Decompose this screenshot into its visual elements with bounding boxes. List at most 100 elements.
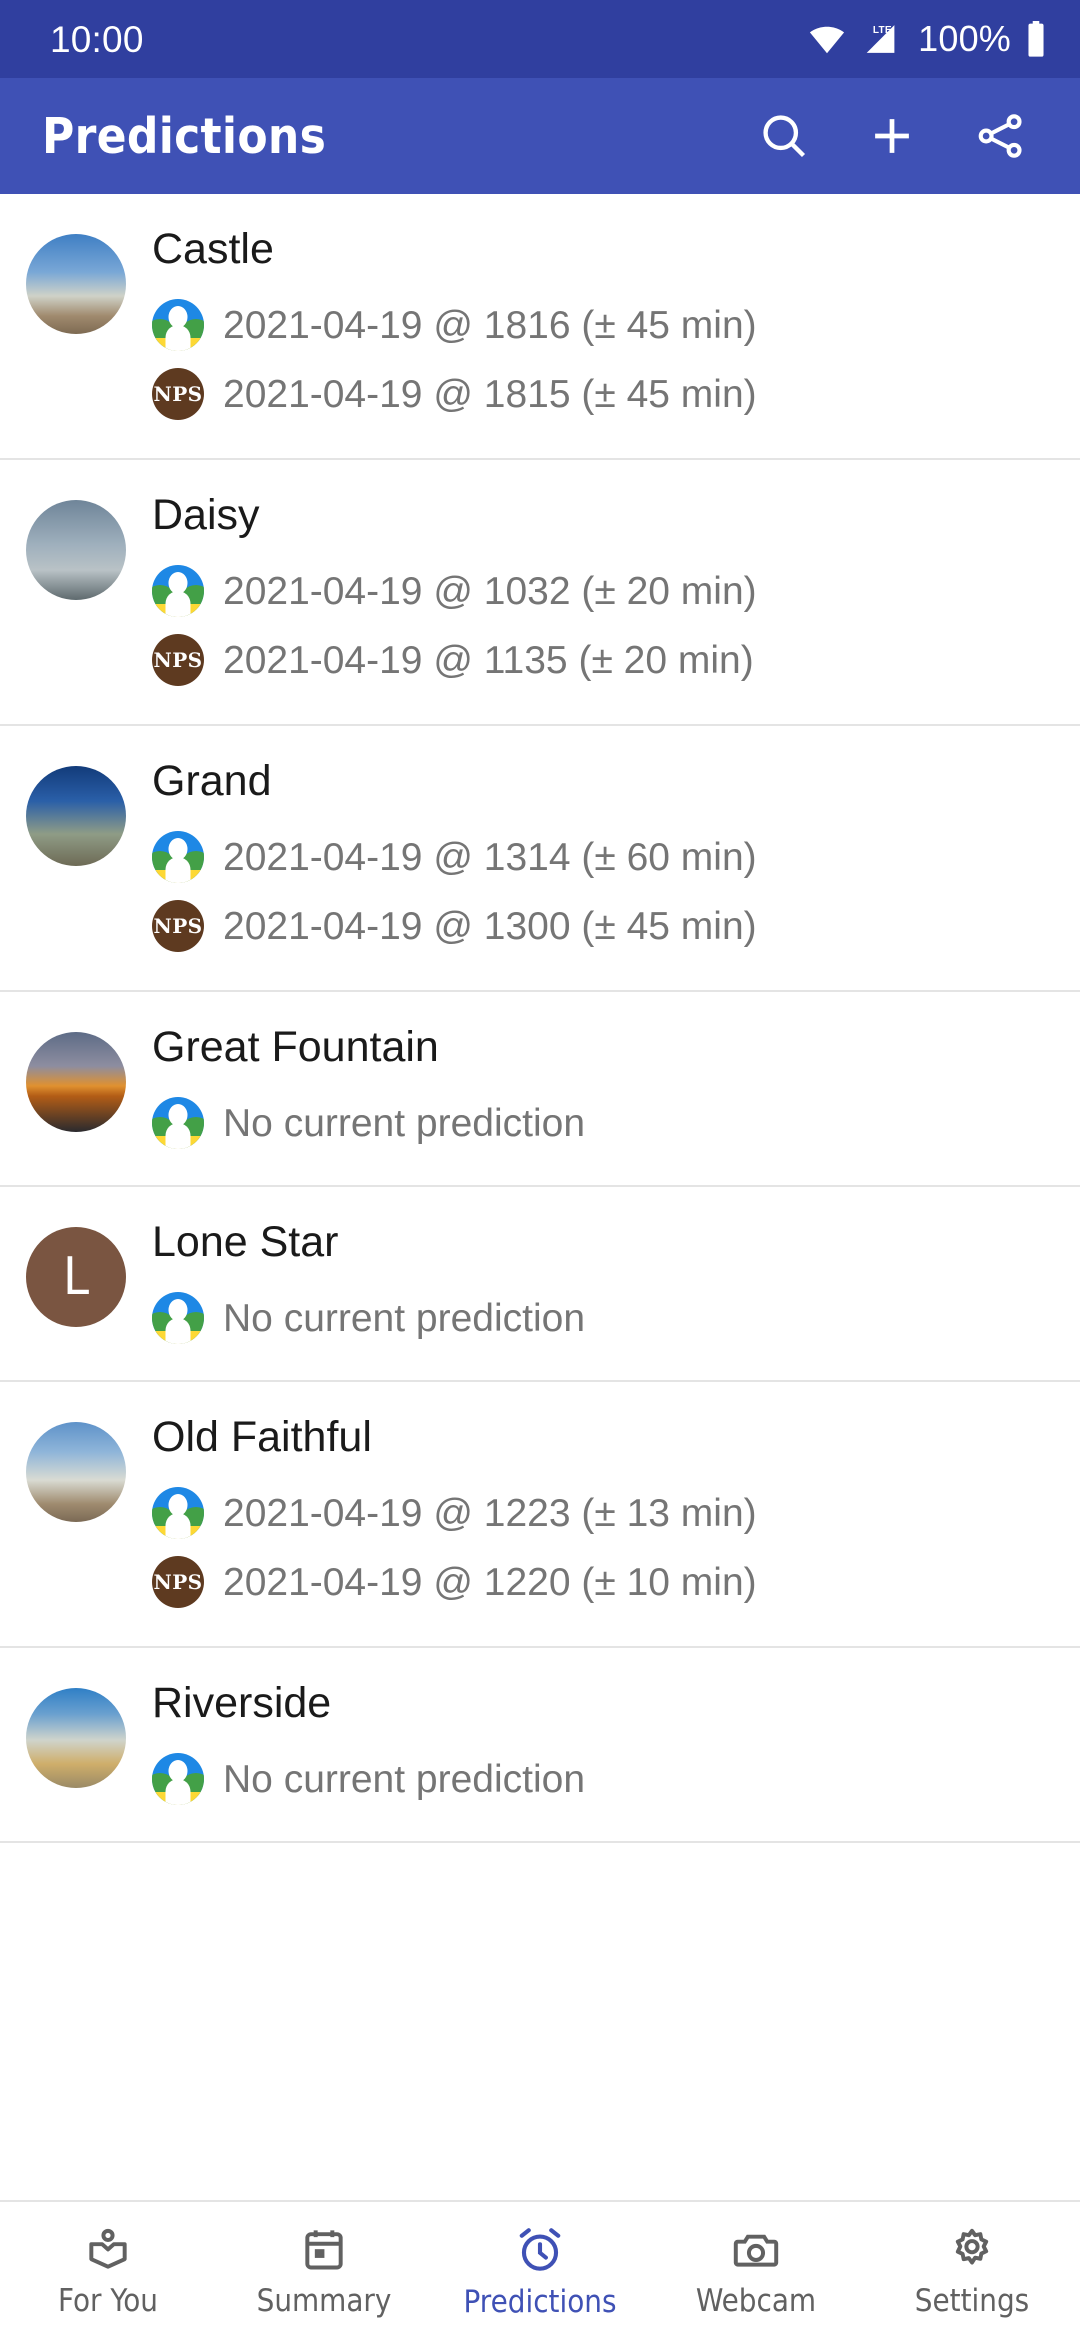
app-root: 10:00 LTE 100% Predictions Castle 2021-0…: [0, 0, 1080, 2340]
prediction-text: No current prediction: [223, 1296, 586, 1340]
battery-percent-label: 100%: [918, 18, 1011, 59]
geyser-row[interactable]: Great Fountain No current prediction: [0, 992, 1080, 1187]
prediction-text: 2021-04-19 @ 1135 (± 20 min): [223, 638, 754, 682]
prediction-text: 2021-04-19 @ 1223 (± 13 min): [223, 1491, 757, 1535]
share-icon: [974, 110, 1026, 162]
nav-item-predictions[interactable]: Predictions: [432, 2202, 648, 2340]
geyser-thumbnail-wrap: L: [0, 1221, 152, 1327]
geyser-thumbnail-wrap: [0, 1682, 152, 1788]
person-body-shape: [165, 1318, 191, 1344]
person-body-shape: [165, 857, 191, 883]
prediction-line: 2021-04-19 @ 1223 (± 13 min): [152, 1481, 1060, 1545]
nps-icon-label: NPS: [153, 914, 203, 938]
prediction-text: 2021-04-19 @ 1815 (± 45 min): [223, 372, 757, 416]
prediction-line: 2021-04-19 @ 1032 (± 20 min): [152, 559, 1060, 623]
wifi-icon: [808, 24, 846, 54]
local-library-icon: [83, 2225, 133, 2275]
geysertimes-icon: [152, 1097, 204, 1149]
prediction-text: 2021-04-19 @ 1220 (± 10 min): [223, 1560, 757, 1604]
nps-icon: NPS: [152, 1556, 204, 1608]
geyser-row-body: Old Faithful 2021-04-19 @ 1223 (± 13 min)…: [152, 1416, 1080, 1614]
svg-text:LTE: LTE: [873, 25, 892, 36]
geyser-thumbnail: [26, 1032, 126, 1132]
geysertimes-icon: [152, 565, 204, 617]
nps-icon: NPS: [152, 368, 204, 420]
prediction-text: 2021-04-19 @ 1314 (± 60 min): [223, 835, 757, 879]
geyser-row-body: Castle 2021-04-19 @ 1816 (± 45 min) NPS 202…: [152, 228, 1080, 426]
person-body-shape: [165, 1513, 191, 1539]
search-button[interactable]: [730, 82, 838, 190]
page-title: Predictions: [42, 107, 327, 165]
geyser-row[interactable]: Daisy 2021-04-19 @ 1032 (± 20 min) NPS 2021…: [0, 460, 1080, 726]
avatar-letter: L: [62, 1247, 90, 1307]
calendar-icon: [299, 2225, 349, 2275]
status-bar-system-icons: LTE 100%: [808, 21, 1046, 57]
nps-icon-label: NPS: [153, 1570, 203, 1594]
prediction-line: NPS 2021-04-19 @ 1220 (± 10 min): [152, 1550, 1060, 1614]
battery-icon: [1026, 21, 1046, 57]
nps-icon: NPS: [152, 900, 204, 952]
nav-item-settings[interactable]: Settings: [864, 2202, 1080, 2340]
prediction-text: 2021-04-19 @ 1032 (± 20 min): [223, 569, 757, 613]
prediction-text: 2021-04-19 @ 1816 (± 45 min): [223, 303, 757, 347]
geysertimes-icon: [152, 1753, 204, 1805]
prediction-line: No current prediction: [152, 1091, 1060, 1155]
prediction-line: NPS 2021-04-19 @ 1300 (± 45 min): [152, 894, 1060, 958]
nav-item-label: Summary: [256, 2283, 392, 2319]
prediction-line: No current prediction: [152, 1747, 1060, 1811]
person-body-shape: [165, 591, 191, 617]
share-button[interactable]: [946, 82, 1054, 190]
nav-item-webcam[interactable]: Webcam: [648, 2202, 864, 2340]
nav-item-label: For You: [58, 2283, 158, 2319]
prediction-text: No current prediction: [223, 1101, 586, 1145]
lte-signal-icon: LTE: [859, 22, 899, 56]
geyser-row-body: Daisy 2021-04-19 @ 1032 (± 20 min) NPS 2021…: [152, 494, 1080, 692]
geyser-row-body: Riverside No current prediction: [152, 1682, 1080, 1811]
bottom-navigation: For You Summary Predictions Webcam Settings: [0, 2200, 1080, 2340]
nps-icon-label: NPS: [153, 382, 203, 406]
geyser-list[interactable]: Castle 2021-04-19 @ 1816 (± 45 min) NPS 202…: [0, 194, 1080, 2200]
prediction-line: No current prediction: [152, 1286, 1060, 1350]
geyser-row[interactable]: Riverside No current prediction: [0, 1648, 1080, 1843]
alarm-clock-icon: [514, 2224, 566, 2276]
prediction-text: 2021-04-19 @ 1300 (± 45 min): [223, 904, 757, 948]
prediction-line: NPS 2021-04-19 @ 1815 (± 45 min): [152, 362, 1060, 426]
geyser-row[interactable]: L Lone Star No current prediction: [0, 1187, 1080, 1382]
person-body-shape: [165, 1779, 191, 1805]
nps-icon-label: NPS: [153, 648, 203, 672]
nav-item-label: Settings: [914, 2283, 1030, 2319]
geyser-name: Great Fountain: [152, 1023, 439, 1071]
search-icon: [758, 110, 810, 162]
prediction-line: NPS 2021-04-19 @ 1135 (± 20 min): [152, 628, 1060, 692]
geyser-name: Castle: [152, 225, 274, 273]
nav-item-summary[interactable]: Summary: [216, 2202, 432, 2340]
geyser-name: Lone Star: [152, 1218, 339, 1266]
geyser-thumbnail-wrap: [0, 1026, 152, 1132]
geyser-row-body: Lone Star No current prediction: [152, 1221, 1080, 1350]
add-button[interactable]: [838, 82, 946, 190]
geyser-thumbnail: [26, 1422, 126, 1522]
geysertimes-icon: [152, 1292, 204, 1344]
geyser-row[interactable]: Castle 2021-04-19 @ 1816 (± 45 min) NPS 202…: [0, 194, 1080, 460]
nav-item-label: Webcam: [695, 2283, 817, 2319]
geyser-row[interactable]: Grand 2021-04-19 @ 1314 (± 60 min) NPS 2021…: [0, 726, 1080, 992]
geyser-row[interactable]: Old Faithful 2021-04-19 @ 1223 (± 13 min)…: [0, 1382, 1080, 1648]
geyser-thumbnail-wrap: [0, 494, 152, 600]
geysertimes-icon: [152, 299, 204, 351]
nav-item-for-you[interactable]: For You: [0, 2202, 216, 2340]
nav-item-label: Predictions: [463, 2284, 617, 2320]
app-bar: Predictions: [0, 78, 1080, 194]
geyser-thumbnail: [26, 500, 126, 600]
geyser-name: Grand: [152, 757, 272, 805]
status-bar-clock: 10:00: [50, 18, 144, 60]
geyser-row-body: Great Fountain No current prediction: [152, 1026, 1080, 1155]
avatar: L: [26, 1227, 126, 1327]
status-bar: 10:00 LTE 100%: [0, 0, 1080, 78]
geyser-thumbnail-wrap: [0, 1416, 152, 1522]
prediction-line: 2021-04-19 @ 1816 (± 45 min): [152, 293, 1060, 357]
prediction-line: 2021-04-19 @ 1314 (± 60 min): [152, 825, 1060, 889]
geyser-thumbnail-wrap: [0, 228, 152, 334]
geyser-thumbnail: [26, 234, 126, 334]
gear-icon: [947, 2225, 997, 2275]
geyser-thumbnail: [26, 766, 126, 866]
